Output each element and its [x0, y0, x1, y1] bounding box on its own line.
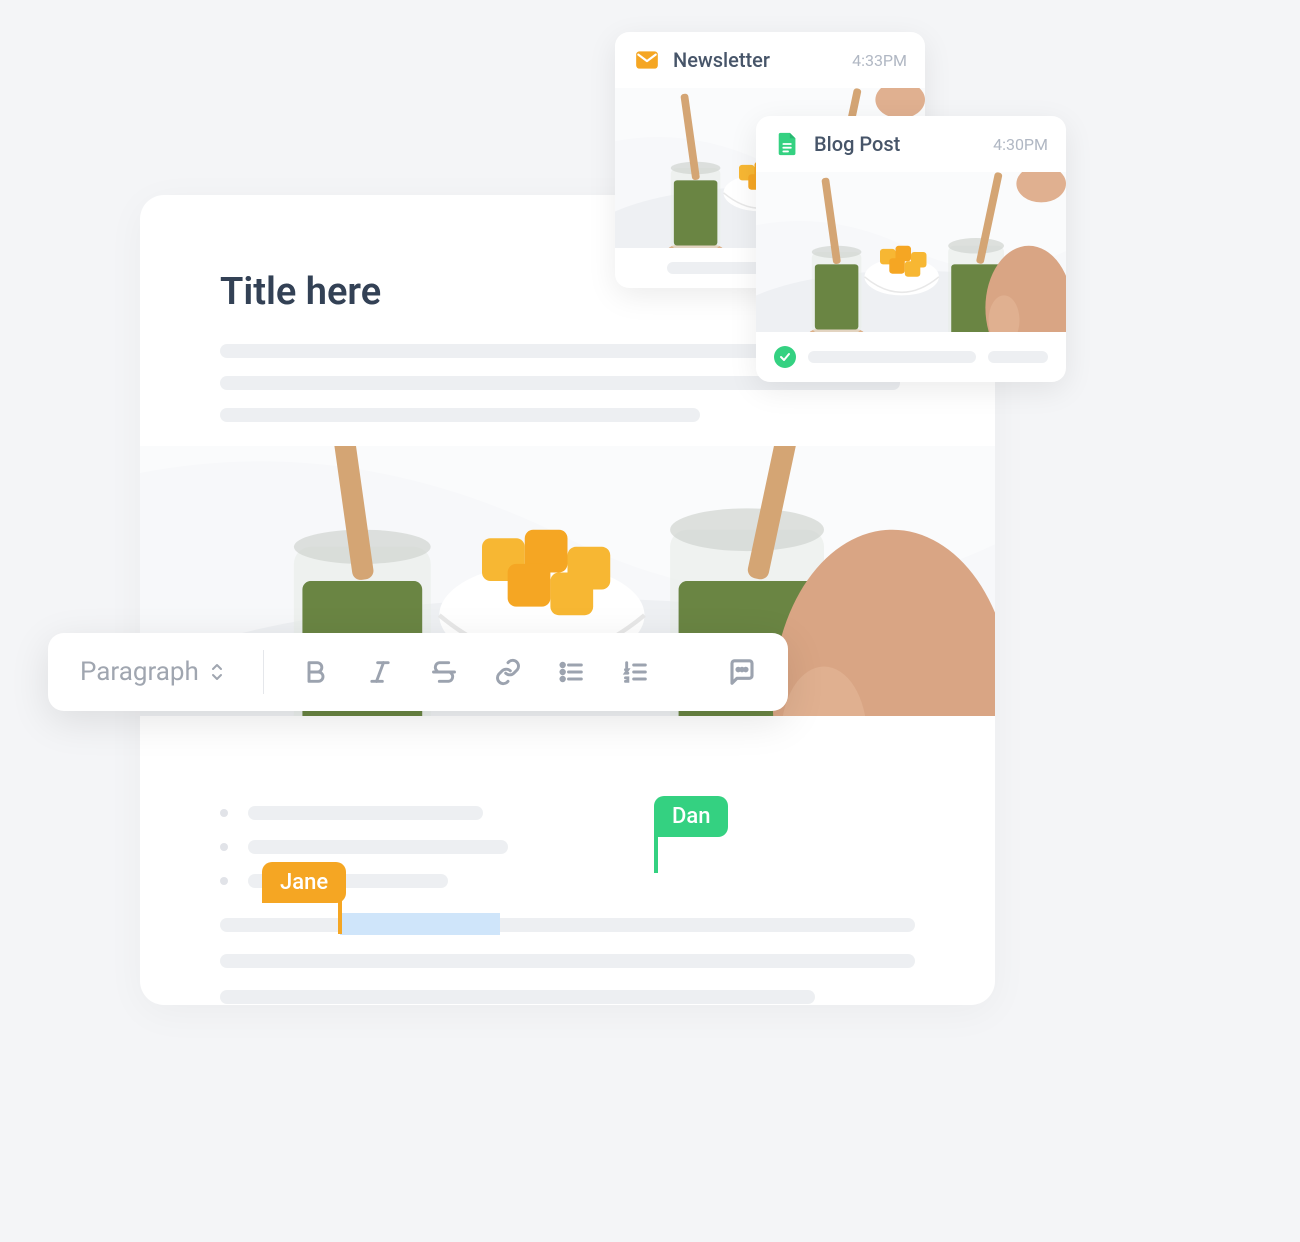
chevron-updown-icon — [209, 661, 225, 683]
toolbar-divider — [263, 650, 264, 694]
notification-card-blogpost[interactable]: Blog Post 4:30PM — [756, 116, 1066, 382]
collaborator-cursor-dan — [654, 836, 658, 873]
strikethrough-button[interactable] — [418, 646, 470, 698]
paragraph-style-select[interactable]: Paragraph — [68, 657, 237, 687]
bullet-icon — [220, 843, 228, 851]
check-icon — [774, 346, 796, 368]
placeholder-line — [988, 351, 1048, 363]
notification-image — [756, 172, 1066, 332]
bullet-list — [220, 806, 915, 1004]
mail-icon — [633, 46, 661, 74]
formatting-toolbar: Paragraph — [48, 633, 788, 711]
collaborator-tag-dan: Dan — [654, 796, 728, 837]
placeholder-line — [220, 408, 700, 422]
bold-button[interactable] — [290, 646, 342, 698]
bullet-icon — [220, 809, 228, 817]
doc-icon — [774, 130, 802, 158]
list-item — [220, 840, 915, 854]
placeholder-line — [220, 918, 915, 932]
placeholder-line — [248, 806, 483, 820]
comment-button[interactable] — [716, 646, 768, 698]
bullet-icon — [220, 877, 228, 885]
notification-time: 4:30PM — [993, 135, 1048, 154]
list-item — [220, 806, 915, 820]
notification-time: 4:33PM — [852, 51, 907, 70]
placeholder-line — [220, 954, 915, 968]
notification-title: Blog Post — [814, 132, 981, 156]
numbered-list-button[interactable] — [610, 646, 662, 698]
collaborator-name: Dan — [672, 804, 710, 829]
paragraph-style-label: Paragraph — [80, 657, 199, 687]
placeholder-line — [220, 990, 815, 1004]
notification-title: Newsletter — [673, 48, 840, 72]
text-selection — [340, 913, 500, 935]
bullet-list-button[interactable] — [546, 646, 598, 698]
link-button[interactable] — [482, 646, 534, 698]
placeholder-line — [808, 351, 976, 363]
collaborator-name: Jane — [280, 870, 328, 895]
collaborator-tag-jane: Jane — [262, 862, 346, 903]
placeholder-line — [248, 840, 508, 854]
italic-button[interactable] — [354, 646, 406, 698]
